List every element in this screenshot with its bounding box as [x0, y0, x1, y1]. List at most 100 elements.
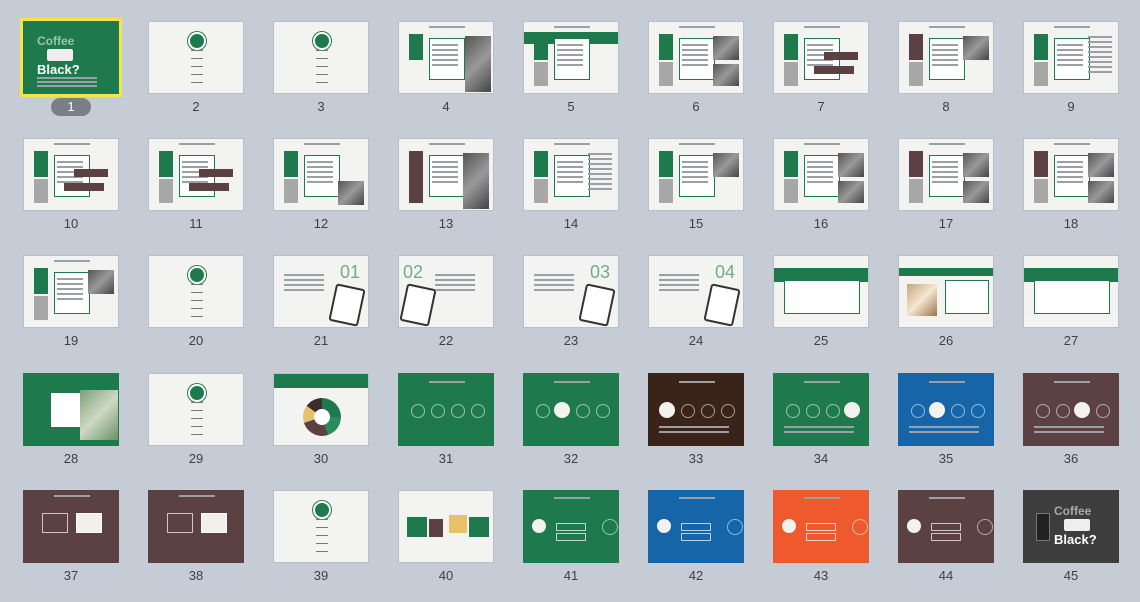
text-line [432, 64, 458, 66]
slide-thumbnail-45[interactable]: Coffee Black? 45 [1023, 490, 1119, 586]
slide-heading [679, 497, 715, 499]
slide-thumbnail-28[interactable]: 28 [23, 373, 119, 469]
slide-preview-28 [23, 373, 119, 446]
side-panel [909, 151, 923, 177]
slide-thumbnail-26[interactable]: 26 [898, 255, 994, 351]
slide-number: 31 [438, 451, 454, 466]
slide-thumbnail-36[interactable]: 36 [1023, 373, 1119, 469]
slide-preview-22: 02 [398, 255, 494, 328]
slide-heading [804, 143, 840, 145]
slide-preview-3 [273, 21, 369, 94]
text-line [909, 431, 979, 433]
text-line [557, 161, 583, 163]
info-box [681, 523, 711, 531]
slide-thumbnail-38[interactable]: 38 [148, 490, 244, 586]
text-line [57, 293, 83, 295]
slide-thumbnail-37[interactable]: 37 [23, 490, 119, 586]
slide-thumbnail-15[interactable]: 15 [648, 138, 744, 234]
slide-number: 10 [63, 216, 79, 231]
slide-thumbnail-33[interactable]: 33 [648, 373, 744, 469]
slide-thumbnail-35[interactable]: 35 [898, 373, 994, 469]
slide-thumbnail-19[interactable]: 19 [23, 255, 119, 351]
slide-thumbnail-43[interactable]: 43 [773, 490, 869, 586]
slide-thumbnail-12[interactable]: 12 [273, 138, 369, 234]
slide-thumbnail-18[interactable]: 18 [1023, 138, 1119, 234]
slide-heading [929, 497, 965, 499]
slide-preview-37 [23, 490, 119, 563]
slide-title: Coffee Black? [1054, 505, 1097, 546]
slide-thumbnail-39[interactable]: 39 [273, 490, 369, 586]
slide-thumbnail-7[interactable]: 7 [773, 21, 869, 117]
info-box [556, 533, 586, 541]
text-line [57, 278, 83, 280]
slide-thumbnail-24[interactable]: 04 24 [648, 255, 744, 351]
side-panel [659, 151, 673, 177]
text-line [932, 161, 958, 163]
text-line [534, 284, 574, 286]
slide-preview-27 [1023, 255, 1119, 328]
slide-thumbnail-23[interactable]: 03 23 [523, 255, 619, 351]
slide-number: 36 [1063, 451, 1079, 466]
slide-thumbnail-41[interactable]: 41 [523, 490, 619, 586]
slide-thumbnail-20[interactable]: 20 [148, 255, 244, 351]
slide-thumbnail-1[interactable]: Coffee Black? 1 [20, 18, 122, 117]
side-panel-lower [784, 179, 798, 203]
slide-preview-40 [398, 490, 494, 563]
header-band [274, 374, 368, 388]
slide-thumbnail-8[interactable]: 8 [898, 21, 994, 117]
info-box [42, 513, 68, 533]
slide-number: 44 [938, 568, 954, 583]
slide-heading [679, 143, 715, 145]
step-circle [951, 404, 965, 418]
slide-thumbnail-6[interactable]: 6 [648, 21, 744, 117]
slide-preview-39 [273, 490, 369, 563]
text-line [182, 166, 208, 168]
slide-thumbnail-3[interactable]: 3 [273, 21, 369, 117]
content-photo [963, 153, 989, 177]
slide-thumbnail-17[interactable]: 17 [898, 138, 994, 234]
slide-thumbnail-32[interactable]: 32 [523, 373, 619, 469]
slide-sorter-grid: Coffee Black? 1 2 3 4 5 6 7 8 9 10 11 12 13 14 15 16 17 18 1… [0, 0, 1140, 602]
slide-thumbnail-30[interactable]: 30 [273, 373, 369, 469]
slide-thumbnail-11[interactable]: 11 [148, 138, 244, 234]
text-line [588, 163, 612, 165]
slide-thumbnail-13[interactable]: 13 [398, 138, 494, 234]
slide-preview-19 [23, 255, 119, 328]
text-line [37, 85, 97, 87]
slide-thumbnail-44[interactable]: 44 [898, 490, 994, 586]
side-panel-lower [34, 296, 48, 320]
slide-thumbnail-31[interactable]: 31 [398, 373, 494, 469]
slide-thumbnail-16[interactable]: 16 [773, 138, 869, 234]
slide-number: 9 [1067, 99, 1075, 114]
content-photo [713, 36, 739, 60]
slide-thumbnail-42[interactable]: 42 [648, 490, 744, 586]
text-line [284, 284, 324, 286]
slide-thumbnail-21[interactable]: 01 21 [273, 255, 369, 351]
slide-thumbnail-27[interactable]: 27 [1023, 255, 1119, 351]
slide-thumbnail-4[interactable]: 4 [398, 21, 494, 117]
green-block [469, 517, 489, 537]
slide-title-line-2: Black? [1054, 532, 1097, 547]
slide-thumbnail-10[interactable]: 10 [23, 138, 119, 234]
text-line [307, 161, 333, 163]
slide-heading [929, 26, 965, 28]
slide-thumbnail-40[interactable]: 40 [398, 490, 494, 586]
step-circle [536, 404, 550, 418]
slide-thumbnail-9[interactable]: 9 [1023, 21, 1119, 117]
text-line [1057, 49, 1083, 51]
slide-thumbnail-22[interactable]: 02 22 [398, 255, 494, 351]
slide-preview-25 [773, 255, 869, 328]
slide-thumbnail-5[interactable]: 5 [523, 21, 619, 117]
side-panel-lower [284, 179, 298, 203]
text-line [37, 77, 97, 79]
slide-thumbnail-14[interactable]: 14 [523, 138, 619, 234]
text-line [432, 59, 458, 61]
slide-thumbnail-29[interactable]: 29 [148, 373, 244, 469]
slide-thumbnail-34[interactable]: 34 [773, 373, 869, 469]
text-line [307, 181, 333, 183]
text-line [659, 431, 729, 433]
slide-title: Coffee Black? [37, 35, 80, 76]
slide-thumbnail-25[interactable]: 25 [773, 255, 869, 351]
slide-thumbnail-2[interactable]: 2 [148, 21, 244, 117]
slide-heading [179, 495, 215, 497]
